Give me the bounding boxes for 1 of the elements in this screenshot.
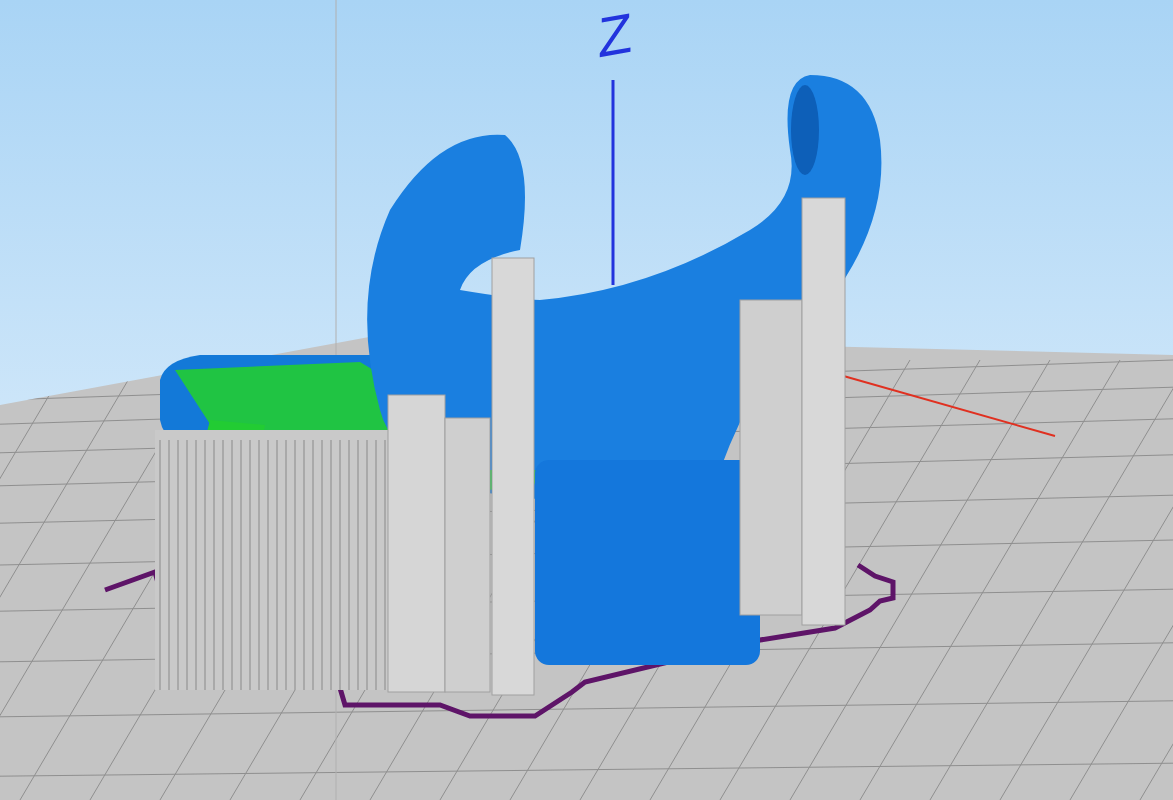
z-axis-label: Z [598,0,633,70]
